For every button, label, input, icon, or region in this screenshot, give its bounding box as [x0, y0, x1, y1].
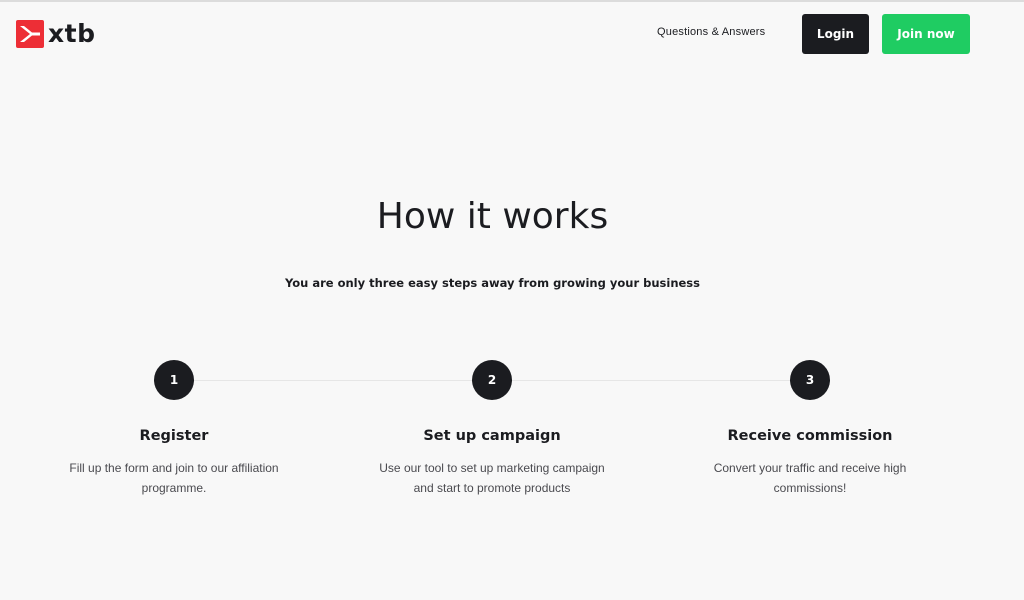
step-description: Fill up the form and join to our affilia… [34, 458, 314, 498]
step-title: Register [139, 428, 209, 444]
step-description-line: Fill up the form and join to our affilia… [69, 461, 279, 475]
step-description: Convert your traffic and receive high co… [670, 458, 950, 498]
step-number-badge: 3 [790, 360, 830, 400]
step-description-line: Use our tool to set up marketing campaig… [379, 461, 605, 475]
step-number-badge: 2 [472, 360, 512, 400]
step-receive-commission: 3 Receive commission Convert your traffi… [670, 360, 950, 498]
step-description-line: and start to promote products [413, 481, 571, 495]
logo-text: xtb [48, 19, 96, 48]
site-header: xtb Questions & Answers Login Join now [0, 2, 1024, 66]
step-title: Set up campaign [423, 428, 561, 444]
logo-link[interactable]: xtb [16, 20, 95, 48]
step-description-line: Convert your traffic and receive high [713, 461, 907, 475]
step-description: Use our tool to set up marketing campaig… [352, 458, 632, 498]
step-register: 1 Register Fill up the form and join to … [34, 360, 314, 498]
nav-link-questions-answers[interactable]: Questions & Answers [657, 26, 765, 38]
step-title: Receive commission [727, 428, 893, 444]
step-set-up-campaign: 2 Set up campaign Use our tool to set up… [352, 360, 632, 498]
xtb-logo-icon [16, 20, 44, 48]
step-description-line: programme. [141, 481, 207, 495]
step-number-badge: 1 [154, 360, 194, 400]
page-subtitle: You are only three easy steps away from … [285, 276, 700, 290]
join-now-button[interactable]: Join now [882, 14, 970, 54]
page-title: How it works [376, 196, 609, 237]
step-description-line: commissions! [773, 481, 847, 495]
login-button[interactable]: Login [802, 14, 869, 54]
